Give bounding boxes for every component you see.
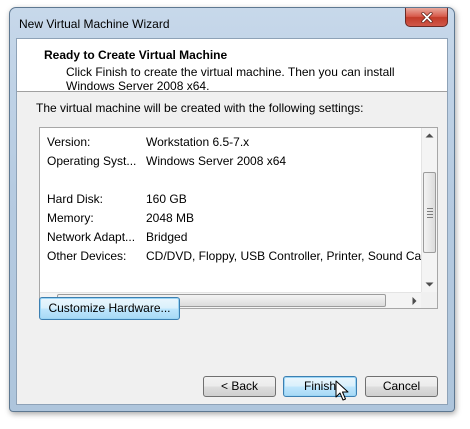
setting-value: 2048 MB (146, 211, 195, 225)
header-title: Ready to Create Virtual Machine (44, 48, 228, 62)
vertical-scroll-thumb[interactable] (423, 172, 436, 253)
header-description: Click Finish to create the virtual machi… (66, 65, 395, 93)
window-title: New Virtual Machine Wizard (19, 17, 170, 31)
cancel-button[interactable]: Cancel (365, 376, 438, 397)
setting-label: Hard Disk: (47, 192, 104, 206)
settings-summary-list[interactable]: Version: Workstation 6.5-7.x Operating S… (39, 127, 438, 309)
back-button[interactable]: < Back (203, 376, 276, 397)
setting-value: Windows Server 2008 x64 (146, 154, 287, 168)
vertical-scrollbar[interactable] (421, 128, 437, 292)
mouse-cursor-icon (335, 380, 349, 401)
scrollbar-corner (421, 292, 437, 308)
setting-label: Other Devices: (47, 249, 127, 263)
setting-label: Operating Syst... (47, 154, 137, 168)
dialog-client-area: Ready to Create Virtual Machine Click Fi… (16, 38, 448, 405)
arrow-right-icon[interactable] (412, 297, 417, 305)
arrow-up-icon[interactable] (425, 133, 434, 138)
settings-rows: Version: Workstation 6.5-7.x Operating S… (40, 128, 422, 292)
setting-value: Workstation 6.5-7.x (146, 135, 250, 149)
setting-label: Version: (47, 135, 91, 149)
settings-intro-text: The virtual machine will be created with… (36, 101, 364, 115)
setting-value: Bridged (146, 230, 188, 244)
arrow-down-icon[interactable] (425, 282, 434, 287)
customize-hardware-button[interactable]: Customize Hardware... (39, 297, 180, 320)
wizard-window: New Virtual Machine Wizard Ready to Crea… (9, 7, 455, 412)
wizard-header: Ready to Create Virtual Machine Click Fi… (17, 39, 447, 93)
setting-label: Network Adapt... (47, 230, 136, 244)
title-bar[interactable]: New Virtual Machine Wizard (10, 8, 454, 38)
scroll-grip (427, 208, 433, 220)
close-icon (420, 11, 433, 23)
setting-value: CD/DVD, Floppy, USB Controller, Printer,… (146, 249, 422, 263)
setting-value: 160 GB (146, 192, 187, 206)
setting-label: Memory: (47, 211, 94, 225)
close-button[interactable] (405, 8, 448, 27)
